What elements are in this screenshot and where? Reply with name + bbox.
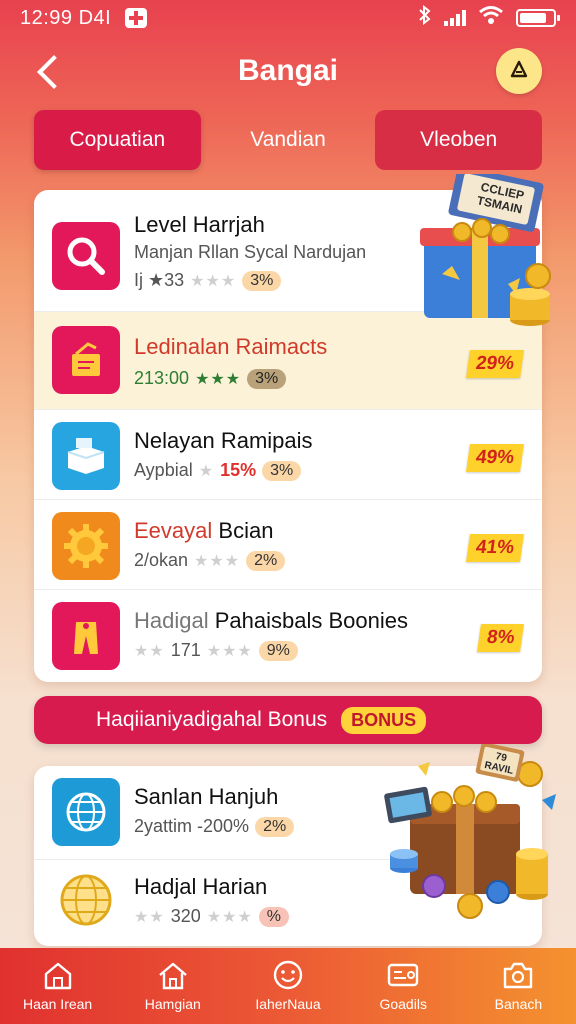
gear-icon — [52, 512, 120, 580]
nav-item-hamgian[interactable]: Hamgian — [115, 948, 230, 1024]
item-title-highlight: Eevayal — [134, 518, 213, 543]
wifi-icon — [478, 5, 504, 31]
discount-badge: 41% — [466, 534, 524, 562]
tab-copuatian[interactable]: Copuatian — [34, 110, 201, 170]
item-meta: 2/okan ★★★ 2% — [134, 550, 286, 571]
item-meta: 2yattim -200% 2% — [134, 816, 295, 837]
nav-label: Hamgian — [144, 996, 201, 1012]
nav-item-goadils[interactable]: Goadils — [346, 948, 461, 1024]
item-meta-left: Ij ★33 — [134, 270, 185, 290]
item-title: Hadigal Pahaisbals Boonies — [134, 608, 408, 634]
nav-item-iahernaua[interactable]: IaherNaua — [230, 948, 345, 1024]
rating-stars-icon: ★★★ — [206, 908, 253, 926]
rating-star-icon: ★ — [198, 462, 215, 480]
item-meta: Ij ★33 ★★★ 3% — [134, 270, 282, 291]
home-icon — [159, 962, 187, 990]
tab-bar: Copuatian Vandian Vleoben — [34, 110, 543, 170]
item-pill: 3% — [242, 270, 282, 291]
item-meta-left: 171 — [170, 640, 201, 660]
list-item[interactable]: Ledinalan Raimacts 213:00 ★★★ 3% 29% — [34, 312, 542, 410]
item-meta: 213:00 ★★★ 3% — [134, 368, 287, 389]
globe-icon — [52, 778, 120, 846]
bell-button[interactable] — [496, 48, 542, 94]
item-pill: 2% — [255, 816, 295, 837]
nav-label: Goadils — [379, 996, 427, 1012]
tab-vandian[interactable]: Vandian — [205, 110, 372, 170]
treasure-chest-illustration: 79 RAVIL — [382, 742, 558, 924]
page-title: Bangai — [237, 54, 339, 87]
rating-stars-icon: ★★★ — [195, 370, 242, 388]
golden-globe-icon — [52, 866, 120, 934]
nav-item-haan-irean[interactable]: Haan Irean — [0, 948, 115, 1024]
tag-icon — [52, 602, 120, 670]
item-title-muted: Hadigal — [134, 608, 209, 633]
item-pill: 9% — [258, 640, 298, 661]
item-title: Hadjal Harian — [134, 874, 268, 899]
item-meta-left: 2/okan — [134, 550, 189, 570]
search-icon — [52, 222, 120, 290]
bluetooth-icon — [418, 4, 432, 31]
list-item[interactable]: Hadigal Pahaisbals Boonies ★★ 171 ★★★ 9%… — [34, 590, 542, 682]
bonus-label: Haqiianiyadigahal Bonus — [96, 708, 328, 731]
nav-label: IaherNaua — [255, 996, 321, 1012]
discount-badge: 29% — [466, 350, 524, 378]
list-item[interactable]: Nelayan Ramipais Aypbial ★ 15% 3% 49% — [34, 410, 542, 500]
status-bar: 12:99 D4I — [0, 0, 576, 36]
bottom-nav: Haan Irean Hamgian IaherNaua Goadils Ban… — [0, 948, 576, 1024]
bonus-tag: BONUS — [341, 706, 427, 734]
item-pill: 3% — [262, 460, 302, 481]
item-title-rest: Pahaisbals Boonies — [214, 608, 408, 633]
header: Bangai — [0, 44, 576, 100]
item-percent: 15% — [220, 460, 257, 480]
rating-stars-icon: ★★★ — [190, 272, 237, 290]
nav-item-banach[interactable]: Banach — [461, 948, 576, 1024]
item-meta-left: 2yattim -200% — [134, 816, 250, 836]
card-icon — [388, 963, 419, 987]
list-item[interactable]: Eevayal Bcian 2/okan ★★★ 2% 41% — [34, 500, 542, 590]
discount-badge: 49% — [466, 444, 524, 472]
status-time: 12:99 D4I — [20, 6, 112, 29]
item-title: Nelayan Ramipais — [134, 428, 313, 453]
smile-icon — [273, 960, 303, 990]
rating-stars-icon: ★★ — [134, 908, 165, 926]
camera-icon — [504, 962, 533, 989]
battery-icon — [516, 9, 560, 27]
item-title-rest: Bcian — [218, 518, 274, 543]
gift-box-illustration: CCLIEP TSMAIN — [416, 166, 552, 326]
app-notification-icon — [125, 8, 148, 28]
nav-label: Haan Irean — [22, 996, 93, 1012]
nav-label: Banach — [494, 996, 543, 1012]
rating-stars-icon: ★★ — [134, 642, 165, 660]
bonus-banner[interactable]: Haqiianiyadigahal Bonus BONUS — [34, 696, 542, 744]
item-meta: ★★ 320 ★★★ % — [134, 906, 289, 927]
discount-badge: 8% — [476, 624, 524, 652]
item-title: Eevayal Bcian — [134, 518, 273, 544]
item-pill: 2% — [246, 550, 286, 571]
item-pill: % — [258, 906, 289, 927]
item-title: Ledinalan Raimacts — [134, 334, 328, 359]
signal-icon — [444, 10, 466, 26]
bell-icon — [510, 60, 528, 78]
item-meta-left: 213:00 — [134, 368, 190, 388]
item-title: Level Harrjah — [134, 212, 265, 237]
item-subtitle: Manjan Rllan Sycal Nardujan — [134, 242, 367, 262]
rating-stars-icon: ★★★ — [194, 552, 241, 570]
item-pill: 3% — [247, 368, 287, 389]
rating-stars-icon: ★★★ — [206, 642, 253, 660]
item-meta-left: 320 — [170, 906, 201, 926]
status-indicators — [418, 4, 560, 31]
house-icon — [44, 962, 71, 990]
item-meta: Aypbial ★ 15% 3% — [134, 460, 302, 481]
tab-vleoben[interactable]: Vleoben — [375, 110, 543, 170]
item-meta-left: Aypbial — [134, 460, 193, 480]
item-meta: ★★ 171 ★★★ 9% — [134, 640, 298, 661]
item-title: Sanlan Hanjuh — [134, 784, 279, 809]
basket-icon — [52, 326, 120, 394]
box-icon — [52, 422, 120, 490]
